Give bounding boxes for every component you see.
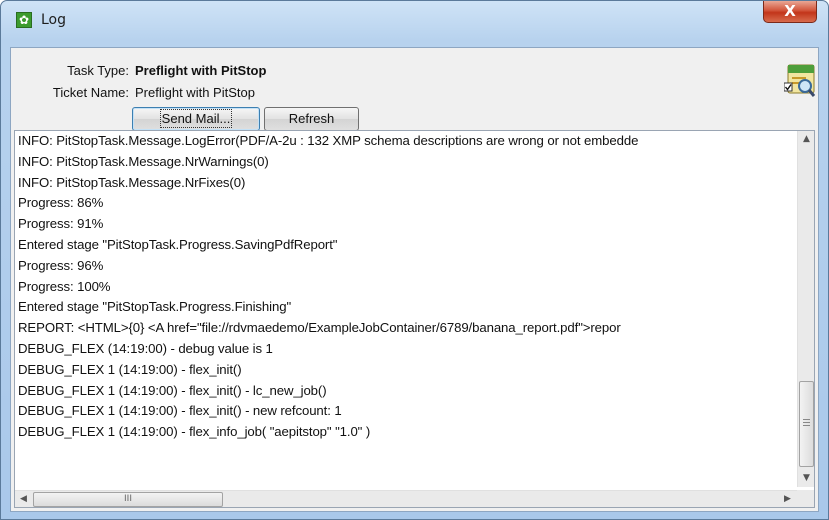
log-line: DEBUG_FLEX 1 (14:19:00) - flex_init() (18, 361, 242, 377)
app-icon: ✿ (16, 12, 32, 28)
window-title: Log (41, 12, 67, 28)
log-line: INFO: PitStopTask.Message.NrFixes(0) (18, 174, 246, 190)
send-mail-label: Send Mail... (159, 109, 233, 128)
ticket-name-label: Ticket Name: (52, 85, 129, 100)
send-mail-button[interactable]: Send Mail... (132, 107, 260, 131)
title-bar[interactable]: ✿ Log X (1, 1, 828, 41)
refresh-button[interactable]: Refresh (264, 107, 359, 131)
log-line: DEBUG_FLEX 1 (14:19:00) - flex_init() - … (18, 382, 327, 398)
scrollbar-corner (797, 490, 814, 507)
log-line: DEBUG_FLEX 1 (14:19:00) - flex_info_job(… (18, 424, 371, 440)
report-icon[interactable] (783, 64, 816, 98)
log-line: Progress: 100% (18, 278, 111, 294)
log-line: Progress: 91% (18, 216, 104, 232)
scroll-up-icon[interactable]: ▲ (798, 131, 814, 148)
log-line: INFO: PitStopTask.Message.LogError(PDF/A… (18, 133, 639, 148)
log-line: Entered stage "PitStopTask.Progress.Savi… (18, 236, 338, 252)
vertical-scroll-thumb[interactable] (799, 381, 814, 467)
scroll-left-icon[interactable]: ◀ (15, 491, 32, 507)
horizontal-scroll-thumb[interactable]: III (33, 492, 223, 507)
task-type-label: Task Type: (67, 63, 129, 78)
close-button[interactable]: X (763, 1, 817, 23)
log-line: Progress: 86% (18, 195, 104, 211)
task-type-value: Preflight with PitStop (135, 63, 267, 78)
vertical-scrollbar[interactable]: ▲ ▼ (797, 131, 814, 487)
log-line: DEBUG_FLEX (14:19:00) - debug value is 1 (18, 340, 273, 356)
scroll-right-icon[interactable]: ▶ (779, 491, 796, 507)
log-line: Progress: 96% (18, 257, 104, 273)
log-line: Entered stage "PitStopTask.Progress.Fini… (18, 299, 292, 315)
log-lines: INFO: PitStopTask.Message.LogError(PDF/A… (15, 131, 797, 487)
client-area: Task Type: Preflight with PitStop Ticket… (10, 47, 819, 512)
ticket-name-value: Preflight with PitStop (135, 85, 255, 100)
log-line: REPORT: <HTML>{0} <A href="file://rdvmae… (18, 320, 621, 336)
log-line: DEBUG_FLEX 1 (14:19:00) - flex_init() - … (18, 403, 342, 419)
refresh-label: Refresh (288, 111, 335, 126)
log-window: ✿ Log X Task Type: Preflight with PitSto… (0, 0, 829, 520)
log-line: INFO: PitStopTask.Message.NrWarnings(0) (18, 153, 269, 169)
scroll-down-icon[interactable]: ▼ (798, 470, 814, 487)
horizontal-scrollbar[interactable]: ◀ III ▶ (15, 490, 797, 507)
log-text-area[interactable]: INFO: PitStopTask.Message.LogError(PDF/A… (14, 130, 815, 508)
